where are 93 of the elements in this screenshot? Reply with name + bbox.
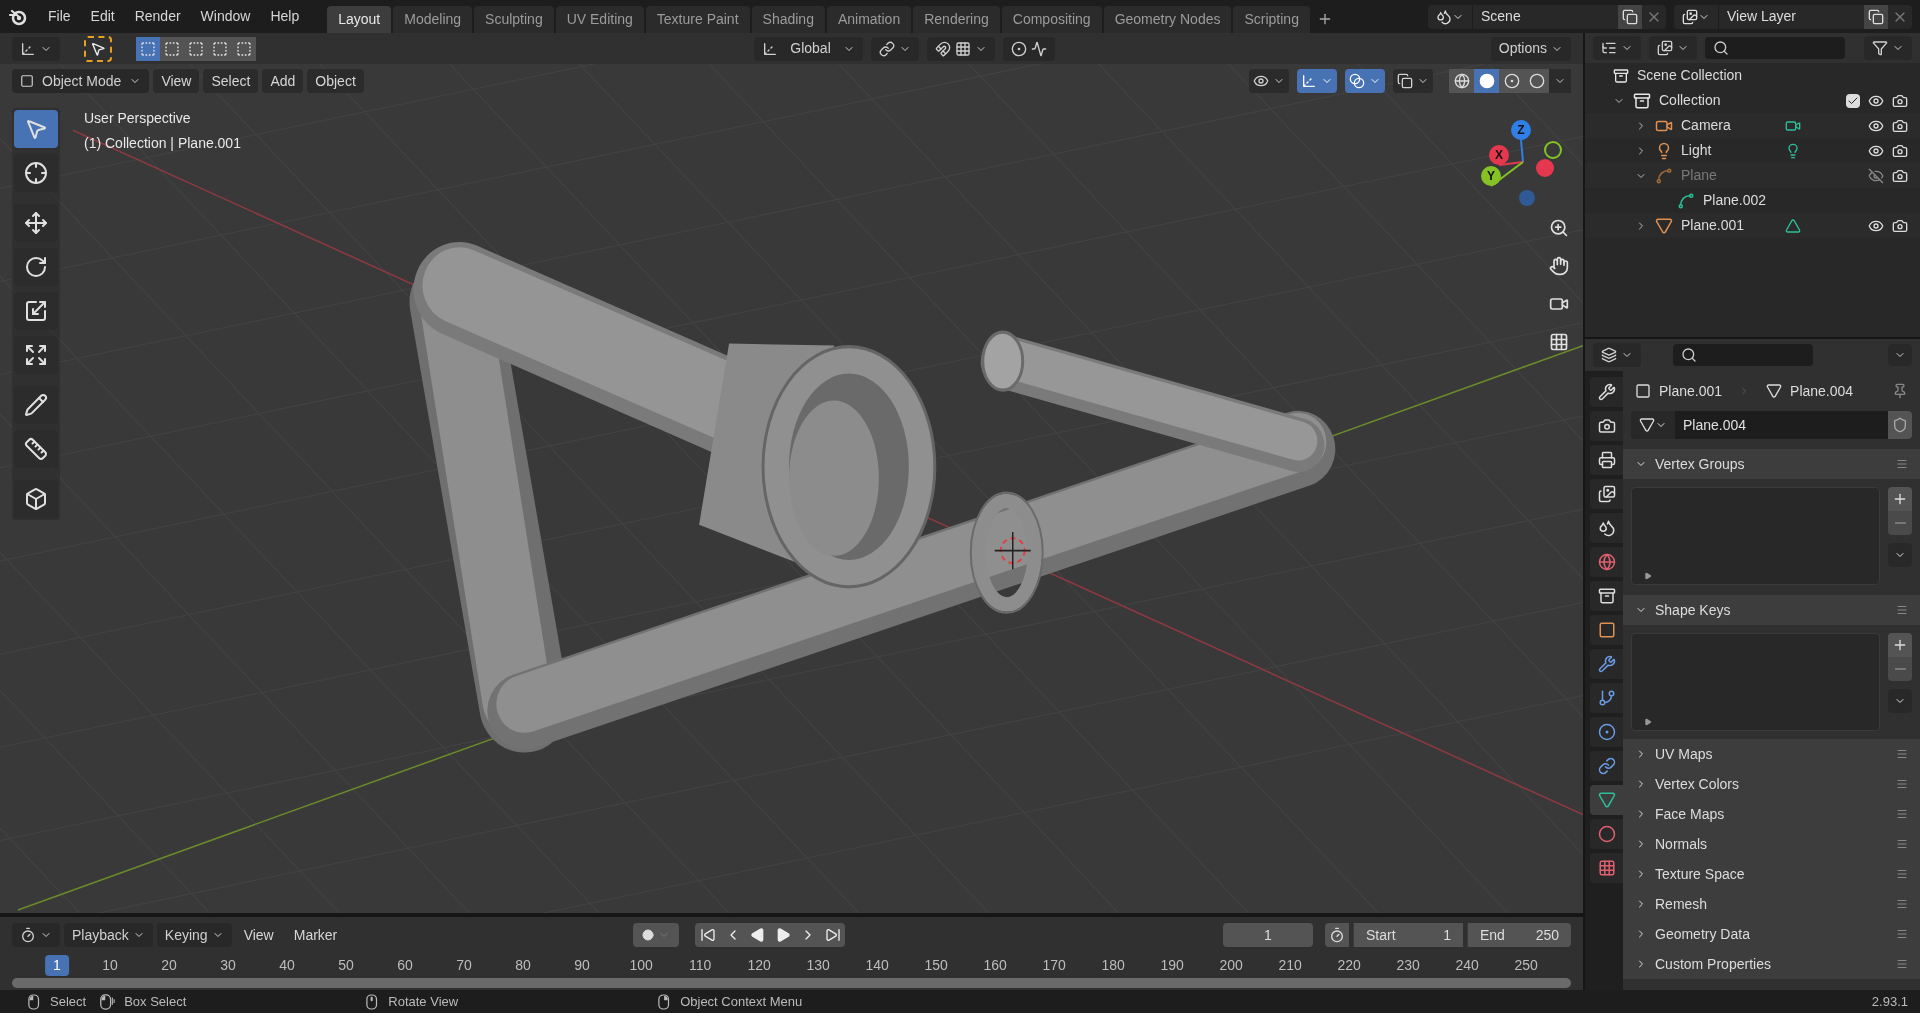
panel-header[interactable]: Custom Properties xyxy=(1623,949,1920,979)
frame-tick-label: 10 xyxy=(102,956,118,975)
frame-tick-label: 250 xyxy=(1514,956,1538,975)
workspace-tab[interactable]: Compositing xyxy=(1001,5,1102,33)
frame-tick-label: 140 xyxy=(865,956,889,975)
workspace-tab[interactable]: Shading xyxy=(751,5,825,33)
frame-tick-label: 210 xyxy=(1278,956,1302,975)
timeline-menu[interactable]: Playback xyxy=(64,923,153,947)
outliner-item-name[interactable]: Collection xyxy=(1659,90,1739,111)
frame-tick-label: 120 xyxy=(747,956,771,975)
object-name: Plane.001 xyxy=(1659,381,1723,401)
panel-header[interactable]: Normals xyxy=(1623,829,1920,859)
outliner-item-name[interactable]: Camera xyxy=(1681,115,1761,136)
timeline-menu[interactable]: View xyxy=(235,923,282,947)
mode-dropdown[interactable]: Object Mode xyxy=(12,69,150,93)
workspace-tab[interactable]: Geometry Nodes xyxy=(1103,5,1232,33)
workspace-tab[interactable]: Animation xyxy=(826,5,912,33)
frame-tick-label: 150 xyxy=(924,956,948,975)
frame-tick-label: 90 xyxy=(574,956,590,975)
frame-tick-label: 80 xyxy=(515,956,531,975)
end-label: End xyxy=(1480,925,1505,945)
timeline-menu[interactable]: Marker xyxy=(285,923,346,947)
outliner-item-name[interactable]: Plane.001 xyxy=(1681,215,1761,236)
frame-tick-label: 160 xyxy=(983,956,1007,975)
axis-label: X xyxy=(1495,148,1503,162)
status-hint: Rotate View xyxy=(388,992,459,1011)
viewport-menu[interactable]: Add xyxy=(262,69,304,93)
current-frame-field[interactable]: 1 xyxy=(1223,923,1313,947)
frame-tick-label: 180 xyxy=(1101,956,1125,975)
data-name: Plane.004 xyxy=(1790,381,1854,401)
workspace-tab[interactable]: Rendering xyxy=(913,5,1000,33)
scene-name: Scene xyxy=(1480,7,1522,26)
frame-tick-label: 50 xyxy=(338,956,354,975)
status-hint: Select xyxy=(50,992,87,1011)
orientation-dropdown[interactable]: Global xyxy=(754,36,863,61)
current-frame-marker[interactable]: 1 xyxy=(45,955,69,976)
frame-tick-label: 110 xyxy=(688,956,712,975)
panel-header[interactable]: Vertex Groups xyxy=(1623,449,1920,479)
menu-item[interactable]: Edit xyxy=(82,6,123,27)
menu-item[interactable]: Render xyxy=(126,6,189,27)
workspace-tab[interactable]: Modeling xyxy=(393,5,473,33)
frame-tick-label: 230 xyxy=(1396,956,1420,975)
viewport-menu[interactable]: View xyxy=(153,69,200,93)
start-value: 1 xyxy=(1443,925,1451,945)
menu-item[interactable]: Help xyxy=(262,6,308,27)
scene-collection-label[interactable]: Scene Collection xyxy=(1637,65,1743,86)
start-frame-field[interactable]: Start 1 xyxy=(1353,923,1463,947)
view-name-label: User Perspective xyxy=(84,109,191,128)
timeline-menu[interactable]: Keying xyxy=(156,923,232,947)
menu-item[interactable]: Window xyxy=(192,6,259,27)
frame-tick-label: 60 xyxy=(397,956,413,975)
panel-header[interactable]: Geometry Data xyxy=(1623,919,1920,949)
frame-tick-label: 190 xyxy=(1160,956,1184,975)
view-layer-name: View Layer xyxy=(1726,7,1797,26)
frame-tick-label: 30 xyxy=(220,956,236,975)
scene-selector[interactable]: Scene xyxy=(1428,4,1666,29)
end-frame-field[interactable]: End 250 xyxy=(1467,923,1571,947)
axis-label: Z xyxy=(1517,123,1525,137)
outliner-item-name[interactable]: Plane.002 xyxy=(1703,190,1783,211)
frame-tick-label: 220 xyxy=(1337,956,1361,975)
frame-tick-label: 240 xyxy=(1455,956,1479,975)
outliner-item-name[interactable]: Light xyxy=(1681,140,1761,161)
frame-tick-label: 70 xyxy=(456,956,472,975)
frame-tick-label: 100 xyxy=(629,956,653,975)
workspace-tab[interactable]: UV Editing xyxy=(555,5,644,33)
context-label: (1) Collection | Plane.001 xyxy=(84,134,241,153)
status-hint: Box Select xyxy=(124,992,187,1011)
start-label: Start xyxy=(1366,925,1396,945)
workspace-tab[interactable]: Layout xyxy=(327,5,392,33)
viewport-menu[interactable]: Object xyxy=(307,69,364,93)
end-value: 250 xyxy=(1535,925,1559,945)
axis-label: Y xyxy=(1487,169,1495,183)
frame-tick-label: 130 xyxy=(806,956,830,975)
workspace-tab[interactable]: Texture Paint xyxy=(645,5,750,33)
frame-tick-label: 20 xyxy=(161,956,177,975)
panel-header[interactable]: Face Maps xyxy=(1623,799,1920,829)
panel-header[interactable]: Texture Space xyxy=(1623,859,1920,889)
workspace-tab[interactable]: Sculpting xyxy=(474,5,554,33)
panel-header[interactable]: Vertex Colors xyxy=(1623,769,1920,799)
options-dropdown[interactable]: Options xyxy=(1490,36,1571,61)
workspace-tab[interactable]: Scripting xyxy=(1233,5,1310,33)
navigation-gizmo[interactable]: Z X Y xyxy=(1477,110,1567,206)
panel-header[interactable]: UV Maps xyxy=(1623,739,1920,769)
frame-tick-label: 40 xyxy=(279,956,295,975)
version-label: 2.93.1 xyxy=(1871,992,1908,1011)
menu-item[interactable]: File xyxy=(40,6,79,27)
frame-tick-label: 170 xyxy=(1042,956,1066,975)
viewport-menu[interactable]: Select xyxy=(203,69,259,93)
panel-header[interactable]: Shape Keys xyxy=(1623,595,1920,625)
status-hint: Object Context Menu xyxy=(680,992,803,1011)
panel-header[interactable]: Remesh xyxy=(1623,889,1920,919)
frame-tick-label: 200 xyxy=(1219,956,1243,975)
view-layer-selector[interactable]: View Layer xyxy=(1674,4,1912,29)
